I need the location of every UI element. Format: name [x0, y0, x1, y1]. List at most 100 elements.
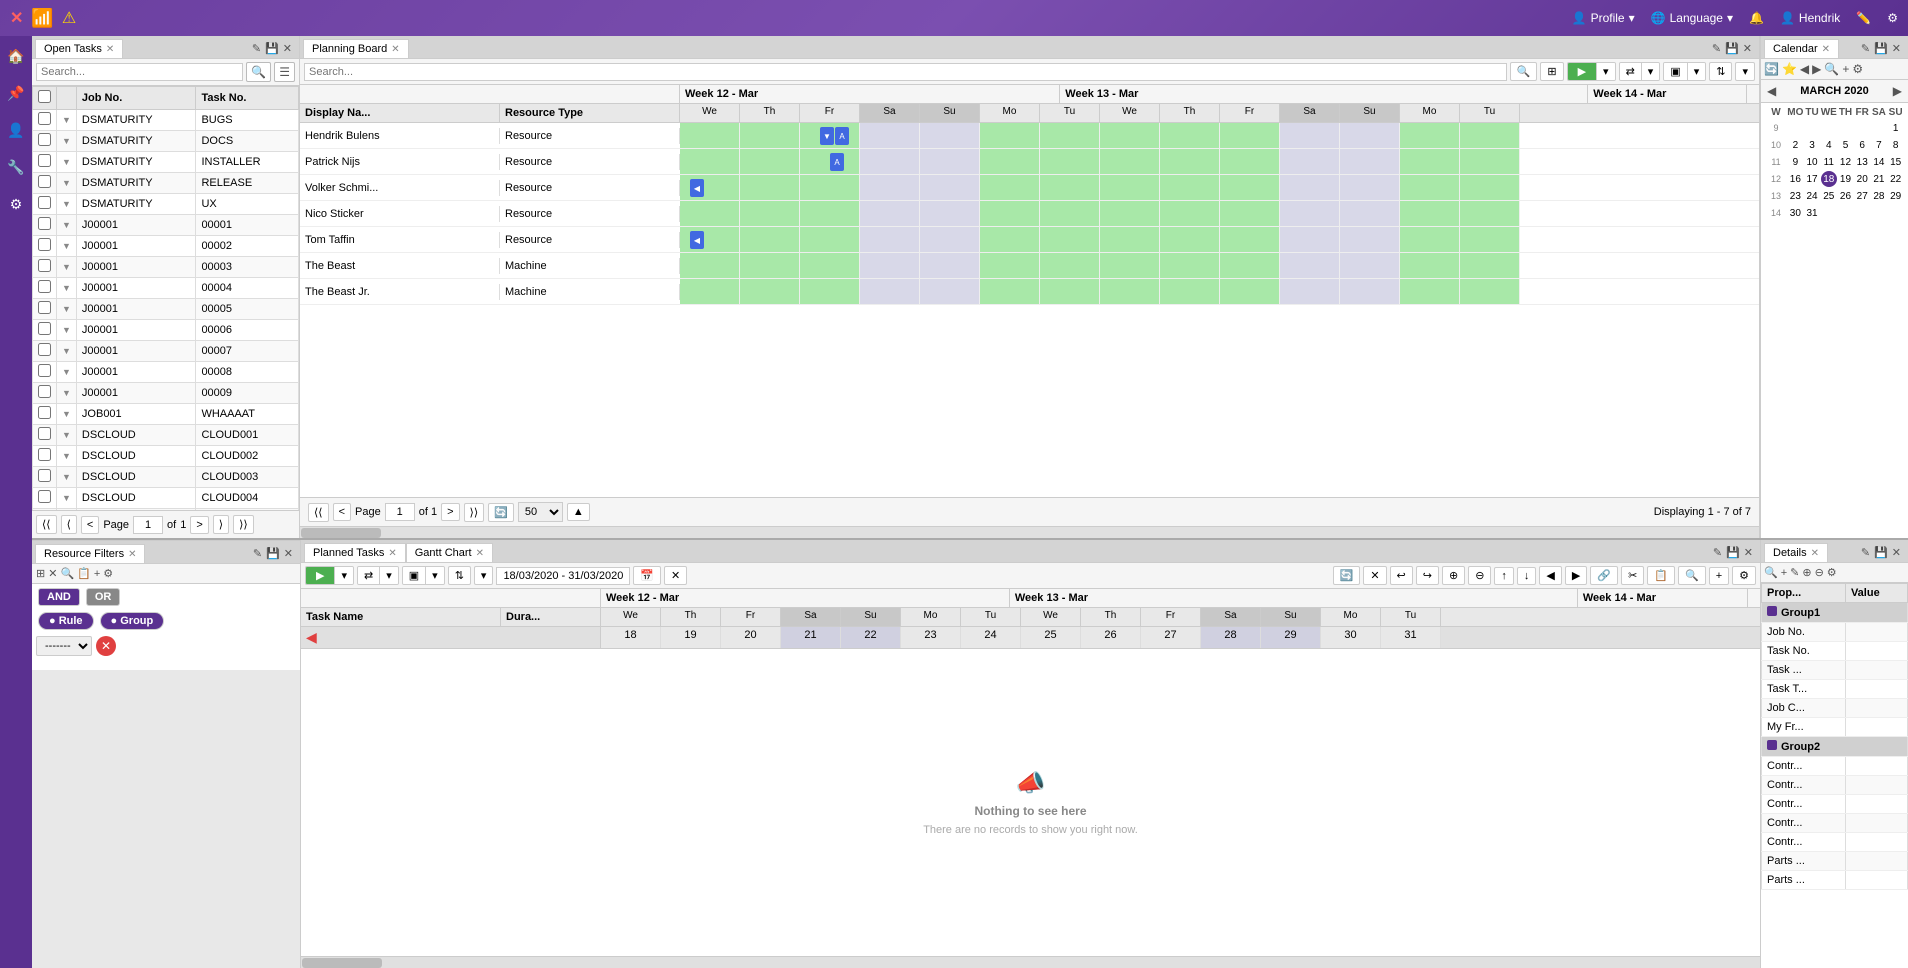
page-first-btn[interactable]: ⟨⟨ — [36, 515, 57, 534]
planning-refresh-btn[interactable]: 🔄 — [488, 503, 514, 522]
row-checkbox[interactable] — [38, 301, 51, 314]
calendar-close-icon[interactable]: ✕ — [1892, 42, 1901, 55]
planning-perpage-select[interactable]: 50 100 — [518, 502, 563, 522]
planned-arrows-dropdown[interactable]: ▾ — [380, 567, 398, 584]
user-button[interactable]: 👤 Hendrik — [1780, 11, 1840, 25]
filter-select-dropdown[interactable]: ------- — [36, 636, 92, 656]
planning-arrows-dropdown[interactable]: ▾ — [1642, 63, 1660, 80]
row-checkbox[interactable] — [38, 154, 51, 167]
page-next2-btn[interactable]: ⟩ — [213, 515, 229, 534]
sidebar-user-icon[interactable]: 👤 — [3, 118, 28, 143]
planning-page-last[interactable]: ⟩⟩ — [464, 503, 485, 522]
planning-play-dropdown[interactable]: ▾ — [1597, 63, 1615, 80]
row-checkbox[interactable] — [38, 427, 51, 440]
cal-day[interactable]: 16 — [1787, 171, 1803, 187]
row-checkbox[interactable] — [38, 448, 51, 461]
cal-day[interactable]: 1 — [1888, 120, 1904, 136]
planned-scrollbar[interactable] — [301, 956, 1760, 968]
cal-day[interactable] — [1854, 205, 1870, 221]
cal-add-btn[interactable]: + — [1842, 62, 1849, 76]
rf-copy-icon[interactable]: 📋 — [77, 567, 91, 580]
planned-tasks-tab[interactable]: Planned Tasks ✕ — [304, 543, 406, 562]
row-checkbox[interactable] — [38, 469, 51, 482]
page-prev-btn[interactable]: < — [81, 516, 99, 534]
planned-add-btn[interactable]: + — [1709, 567, 1729, 585]
planned-extra9[interactable]: 📋 — [1647, 566, 1675, 585]
cal-day[interactable]: 8 — [1888, 137, 1904, 153]
cal-day[interactable] — [1871, 205, 1887, 221]
cal-day[interactable]: 18 — [1821, 171, 1837, 187]
planned-settings-btn[interactable]: ⚙ — [1732, 566, 1756, 585]
calendar-save-icon[interactable]: 💾 — [1874, 42, 1888, 55]
planned-edit-icon[interactable]: ✎ — [1713, 546, 1722, 559]
planned-extra3[interactable]: ↑ — [1494, 567, 1514, 585]
sidebar-tool-icon[interactable]: 🔧 — [3, 155, 28, 180]
details-tab[interactable]: Details ✕ — [1764, 543, 1828, 562]
cal-day[interactable]: 28 — [1871, 188, 1887, 204]
planned-play-btn[interactable]: ▶ — [306, 567, 335, 584]
cal-day[interactable]: 4 — [1821, 137, 1837, 153]
cal-day[interactable]: 14 — [1871, 154, 1887, 170]
planned-extra8[interactable]: ✂ — [1621, 566, 1644, 585]
cal-day[interactable] — [1804, 120, 1820, 136]
row-checkbox[interactable] — [38, 238, 51, 251]
settings-button[interactable]: ⚙ — [1887, 11, 1898, 25]
planning-edit-icon[interactable]: ✎ — [1712, 42, 1721, 55]
rf-save-icon[interactable]: 💾 — [266, 547, 280, 560]
filter-delete-btn[interactable]: ✕ — [96, 636, 116, 656]
row-checkbox[interactable] — [38, 490, 51, 503]
rf-search-icon[interactable]: 🔍 — [60, 567, 74, 580]
rf-delete-icon[interactable]: ✕ — [48, 567, 57, 580]
cal-day[interactable]: 11 — [1821, 154, 1837, 170]
det-search-icon[interactable]: 🔍 — [1764, 566, 1778, 579]
details-save-icon[interactable]: 💾 — [1874, 546, 1888, 559]
table-row[interactable]: ▼ J00001 00008 — [33, 362, 299, 383]
cal-day[interactable] — [1821, 205, 1837, 221]
cal-day[interactable]: 21 — [1871, 171, 1887, 187]
cal-day[interactable] — [1837, 205, 1853, 221]
cal-day[interactable]: 19 — [1837, 171, 1853, 187]
rf-settings-icon[interactable]: ⚙ — [103, 567, 113, 580]
language-button[interactable]: 🌐 Language ▾ — [1651, 11, 1733, 25]
table-row[interactable]: ▼ DSMATURITY UX — [33, 194, 299, 215]
table-row[interactable]: ▼ DSMATURITY INSTALLER — [33, 152, 299, 173]
cal-back-btn[interactable]: ◀ — [1767, 84, 1776, 98]
row-checkbox[interactable] — [38, 196, 51, 209]
planned-sort-btn[interactable]: ⇅ — [448, 566, 471, 585]
row-checkbox[interactable] — [38, 364, 51, 377]
planned-cancel-btn[interactable]: ✕ — [1363, 566, 1386, 585]
cal-day[interactable]: 31 — [1804, 205, 1820, 221]
cal-day[interactable]: 3 — [1804, 137, 1820, 153]
cal-day[interactable] — [1871, 120, 1887, 136]
planning-left-btn[interactable]: ⇄ — [1620, 63, 1642, 80]
cal-toolbar-btn2[interactable]: ⭐ — [1782, 62, 1797, 76]
edit-icon-btn[interactable]: ✏️ — [1856, 11, 1871, 25]
planned-refresh-btn[interactable]: 🔄 — [1333, 566, 1361, 585]
filter-and-btn[interactable]: AND — [38, 588, 80, 606]
sidebar-settings-icon[interactable]: ⚙ — [6, 192, 27, 217]
planning-view-btn[interactable]: ▣ — [1664, 63, 1687, 80]
cal-day[interactable]: 25 — [1821, 188, 1837, 204]
det-settings-icon[interactable]: ⚙ — [1827, 566, 1837, 579]
planned-extra7[interactable]: 🔗 — [1590, 566, 1618, 585]
filter-group-btn[interactable]: ● Group — [100, 612, 165, 630]
table-row[interactable]: ▼ JOB001 WHAAAAT — [33, 404, 299, 425]
cal-day[interactable]: 13 — [1854, 154, 1870, 170]
planned-tasks-tab-close[interactable]: ✕ — [388, 548, 396, 559]
cal-day[interactable]: 15 — [1888, 154, 1904, 170]
row-checkbox[interactable] — [38, 280, 51, 293]
planning-save-icon[interactable]: 💾 — [1725, 42, 1739, 55]
table-row[interactable]: ▼ DSCLOUD CLOUD004 — [33, 488, 299, 509]
row-checkbox[interactable] — [38, 343, 51, 356]
cal-day[interactable]: 23 — [1787, 188, 1803, 204]
page-number-input[interactable] — [133, 516, 163, 534]
cal-day[interactable] — [1837, 120, 1853, 136]
cal-day[interactable] — [1854, 120, 1870, 136]
cal-day[interactable]: 5 — [1837, 137, 1853, 153]
row-checkbox[interactable] — [38, 322, 51, 335]
open-tasks-edit-icon[interactable]: ✎ — [252, 42, 261, 55]
planning-play-btn[interactable]: ▶ — [1568, 63, 1597, 80]
cal-toolbar-btn1[interactable]: 🔄 — [1764, 62, 1779, 76]
calendar-tab[interactable]: Calendar ✕ — [1764, 39, 1839, 58]
planned-extra6[interactable]: ▶ — [1565, 566, 1587, 585]
